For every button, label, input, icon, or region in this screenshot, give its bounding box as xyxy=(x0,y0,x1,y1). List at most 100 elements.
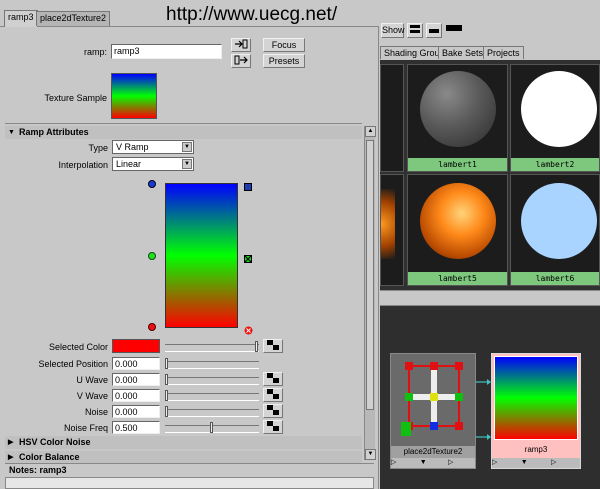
layout-full-icon[interactable] xyxy=(407,23,423,38)
material-swatch-lambert1[interactable]: lambert1 xyxy=(407,64,508,172)
interpolation-dropdown[interactable]: Linear ▼ xyxy=(112,157,194,171)
ramp-name-label: ramp: xyxy=(83,47,107,57)
field-label: Noise Freq xyxy=(63,423,108,433)
value-slider[interactable] xyxy=(165,406,259,417)
sphere-preview xyxy=(521,183,597,259)
slider-thumb[interactable] xyxy=(165,390,168,401)
hypershade-toolbar: Show Shading Groups Bake Sets Projects xyxy=(380,0,600,60)
watermark-url: http://www.uecg.net/ xyxy=(166,4,338,25)
ramp-delete-green-icon[interactable] xyxy=(244,255,252,263)
input-connection-button[interactable] xyxy=(231,38,251,52)
expand-triangle-icon: ▶ xyxy=(8,439,14,446)
type-dropdown[interactable]: V Ramp ▼ xyxy=(112,140,194,154)
material-label: lambert6 xyxy=(511,272,599,285)
field-label: Selected Position xyxy=(38,359,108,369)
ramp-preview xyxy=(494,356,578,440)
map-button[interactable] xyxy=(263,404,283,418)
connection-lines xyxy=(476,379,491,440)
ramp-attributes-header[interactable]: ▼ Ramp Attributes xyxy=(5,126,362,139)
arrow-out-icon xyxy=(234,55,248,65)
type-value: V Ramp xyxy=(116,142,149,152)
selected-color-swatch[interactable] xyxy=(112,339,160,353)
material-label: lambert2 xyxy=(511,158,599,171)
sphere-preview xyxy=(420,71,496,147)
notes-field[interactable] xyxy=(5,477,374,489)
node-ramp3[interactable]: ramp3 ▷ ▼ ▷ xyxy=(491,353,581,469)
tab-projects[interactable]: Projects xyxy=(483,46,524,59)
slider-thumb[interactable] xyxy=(210,422,213,433)
checker-icon xyxy=(267,340,279,350)
texture-sample-swatch[interactable] xyxy=(111,73,157,119)
x-icon xyxy=(244,255,252,263)
focus-button[interactable]: Focus xyxy=(263,38,305,52)
layout-bottom-icon[interactable] xyxy=(426,23,442,38)
scroll-up-icon[interactable]: ▲ xyxy=(365,126,376,137)
node-label: place2dTexture2 xyxy=(391,446,475,458)
tab-place2dtexture2[interactable]: place2dTexture2 xyxy=(36,11,111,26)
ramp-delete-red-icon[interactable] xyxy=(244,326,253,335)
material-swatch-partial[interactable] xyxy=(380,64,404,172)
hypershade-panel: Show Shading Groups Bake Sets Projects l… xyxy=(380,0,600,489)
notes-label: Notes: ramp3 xyxy=(5,463,374,476)
ramp-handle-red[interactable] xyxy=(148,323,156,331)
hsv-color-noise-title: HSV Color Noise xyxy=(19,437,91,447)
numeric-field[interactable]: 0.000 xyxy=(112,389,160,402)
panel-splitter[interactable] xyxy=(380,290,600,306)
value-slider[interactable] xyxy=(165,358,259,369)
node-port-bar[interactable]: ▷ ▼ ▷ xyxy=(492,458,580,468)
value-slider[interactable] xyxy=(165,374,259,385)
presets-button[interactable]: Presets xyxy=(263,54,305,68)
node-graph[interactable]: place2dTexture2 ▷ ▼ ▷ ramp3 ▷ ▼ ▷ xyxy=(380,310,600,489)
field-label: Noise xyxy=(84,407,108,417)
numeric-field[interactable]: 0.500 xyxy=(112,421,160,434)
sphere-preview xyxy=(420,183,496,259)
checker-icon xyxy=(267,421,279,431)
scroll-down-icon[interactable]: ▼ xyxy=(365,449,376,460)
x-circle-icon xyxy=(244,326,253,335)
place2d-icon xyxy=(401,362,463,436)
layout-top-icon[interactable] xyxy=(446,25,462,31)
show-button[interactable]: Show xyxy=(381,23,405,38)
hsv-color-noise-header[interactable]: ▶ HSV Color Noise xyxy=(5,436,362,449)
node-port-bar[interactable]: ▷ ▼ ▷ xyxy=(391,458,475,468)
map-button[interactable] xyxy=(263,388,283,402)
numeric-field[interactable]: 0.000 xyxy=(112,373,160,386)
material-swatch-lambert6[interactable]: lambert6 xyxy=(510,174,600,286)
output-connection-button[interactable] xyxy=(231,54,251,68)
slider-thumb[interactable] xyxy=(165,358,168,369)
map-button[interactable] xyxy=(263,420,283,434)
scroll-thumb[interactable] xyxy=(366,140,374,410)
ramp-name-field[interactable]: ramp3 xyxy=(111,44,222,59)
sphere-preview xyxy=(521,71,597,147)
checker-icon xyxy=(267,389,279,399)
map-button[interactable] xyxy=(263,339,283,353)
interpolation-label: Interpolation xyxy=(58,160,108,170)
ramp-delete-blue-icon[interactable] xyxy=(244,183,252,191)
material-swatch-lambert5[interactable]: lambert5 xyxy=(407,174,508,286)
numeric-field[interactable]: 0.000 xyxy=(112,405,160,418)
divider xyxy=(5,123,362,124)
ramp-handle-blue[interactable] xyxy=(148,180,156,188)
field-label: U Wave xyxy=(76,375,108,385)
slider-thumb[interactable] xyxy=(255,341,258,352)
value-slider[interactable] xyxy=(165,422,259,433)
type-label: Type xyxy=(88,143,108,153)
map-button[interactable] xyxy=(263,372,283,386)
material-swatch-lambert2[interactable]: lambert2 xyxy=(510,64,600,172)
chevron-down-icon: ▼ xyxy=(182,142,192,152)
selected-color-slider[interactable] xyxy=(165,341,259,352)
hypershade-tabs: Shading Groups Bake Sets Projects xyxy=(380,46,600,59)
vertical-scrollbar[interactable]: ▲ ▼ xyxy=(364,126,376,460)
node-label: ramp3 xyxy=(524,445,548,454)
value-slider[interactable] xyxy=(165,390,259,401)
slider-thumb[interactable] xyxy=(165,374,168,385)
ramp-handle-green[interactable] xyxy=(148,252,156,260)
ramp-gradient[interactable] xyxy=(165,183,238,328)
tab-ramp3[interactable]: ramp3 xyxy=(4,10,38,27)
material-swatch-partial[interactable] xyxy=(380,174,404,286)
tab-bake-sets[interactable]: Bake Sets xyxy=(438,46,488,59)
numeric-field[interactable]: 0.000 xyxy=(112,357,160,370)
attribute-editor: ramp3 place2dTexture2 http://www.uecg.ne… xyxy=(0,0,379,489)
slider-thumb[interactable] xyxy=(165,406,168,417)
node-place2dtexture2[interactable]: place2dTexture2 ▷ ▼ ▷ xyxy=(390,353,476,469)
